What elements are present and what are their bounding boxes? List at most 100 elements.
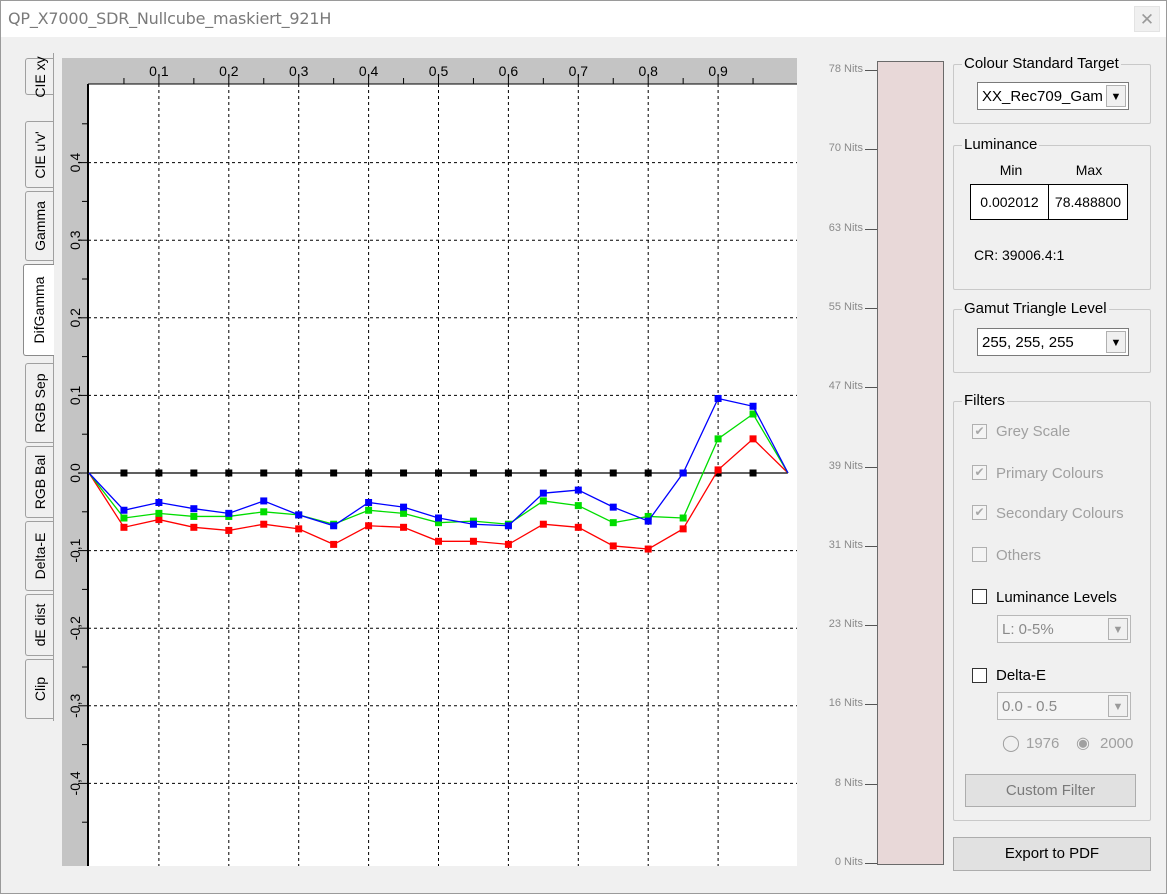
nits-tick	[865, 228, 877, 230]
nits-label: 16 Nits	[828, 697, 863, 710]
contrast-ratio: CR: 39006.4:1	[974, 247, 1065, 263]
filters-group: Filters ✔ Grey Scale ✔ Primary Colours ✔…	[953, 392, 1151, 821]
gamut-level-select[interactable]: 255, 255, 255 ▼	[977, 328, 1129, 356]
luminance-levels-select[interactable]: L: 0-5% ▼	[997, 615, 1131, 643]
primary-colours-label: Primary Colours	[996, 465, 1104, 482]
x-tick-label: 0,5	[429, 63, 449, 79]
data-point	[714, 435, 722, 443]
data-point	[435, 537, 442, 545]
nits-tick	[865, 704, 877, 706]
tab-label: CIE u'v'	[31, 130, 48, 179]
x-tick-label: 0,8	[638, 63, 658, 79]
nits-label: 70 Nits	[828, 142, 863, 155]
delta-e-select[interactable]: 0.0 - 0.5 ▼	[997, 692, 1131, 720]
y-tick-label: 0,3	[67, 230, 83, 250]
gamut-group: Gamut Triangle Level 255, 255, 255 ▼	[953, 300, 1151, 373]
y-tick-label: 0,0	[67, 463, 83, 483]
secondary-colours-checkbox[interactable]: ✔	[972, 505, 987, 520]
tab-delta-e[interactable]: Delta-E	[25, 521, 53, 591]
data-point	[539, 489, 547, 497]
x-tick-label: 0,2	[219, 63, 239, 79]
data-point	[504, 469, 512, 477]
nits-tick	[865, 625, 877, 627]
data-point	[365, 469, 373, 477]
data-point	[469, 469, 477, 477]
chevron-down-icon[interactable]: ▼	[1108, 618, 1128, 640]
data-point	[330, 522, 338, 530]
tab-label: CIE xy	[31, 55, 48, 98]
luminance-values-box: 0.002012 78.488800	[970, 184, 1128, 220]
y-tick-label: -0,4	[67, 771, 83, 795]
chevron-down-icon[interactable]: ▼	[1106, 331, 1126, 353]
title-bar: QP_X7000_SDR_Nullcube_maskiert_921H ✕	[1, 1, 1166, 37]
tab-cie-xy[interactable]: CIE xy	[25, 55, 53, 98]
tab-rgb-sep[interactable]: RGB Sep	[25, 363, 53, 443]
group-legend: Gamut Triangle Level	[962, 300, 1109, 317]
radio-1976-icon[interactable]: ◯	[1002, 733, 1020, 753]
close-icon[interactable]: ✕	[1134, 6, 1160, 32]
nits-tick	[865, 466, 877, 468]
grey-scale-checkbox[interactable]: ✔	[972, 424, 987, 439]
others-checkbox[interactable]	[972, 547, 987, 562]
data-point	[749, 435, 757, 443]
data-point	[330, 540, 338, 548]
tab-de-dist[interactable]: dE dist	[25, 594, 53, 656]
radio-2000-label: 2000	[1100, 735, 1134, 752]
data-point	[225, 526, 233, 534]
data-point	[539, 520, 547, 528]
chevron-down-icon[interactable]: ▼	[1106, 85, 1126, 107]
delta-e-checkbox[interactable]	[972, 668, 987, 683]
select-value: XX_Rec709_Gam	[982, 88, 1103, 105]
data-point	[504, 540, 512, 548]
data-point	[609, 542, 617, 550]
data-point	[644, 545, 652, 553]
data-point	[120, 469, 128, 477]
data-point	[609, 519, 617, 527]
radio-2000-icon[interactable]: ◉	[1076, 733, 1090, 753]
nits-label: 23 Nits	[828, 618, 863, 631]
nits-label: 39 Nits	[828, 459, 863, 472]
y-tick-label: -0,2	[67, 616, 83, 640]
select-value: L: 0-5%	[1002, 621, 1054, 638]
data-point	[155, 498, 163, 506]
plot-background	[62, 58, 797, 866]
y-tick-label: -0,1	[67, 538, 83, 562]
data-point	[644, 469, 652, 477]
data-point	[400, 509, 408, 517]
min-label: Min	[999, 162, 1023, 178]
group-legend: Colour Standard Target	[962, 55, 1121, 72]
tab-label: RGB Bal	[31, 454, 48, 510]
nits-label: 55 Nits	[828, 300, 863, 313]
y-tick-label: 0,1	[67, 385, 83, 405]
max-value: 78.488800	[1054, 194, 1122, 210]
group-legend: Luminance	[962, 136, 1040, 153]
luminance-bar	[877, 61, 944, 865]
nits-label: 31 Nits	[828, 538, 863, 551]
data-point	[330, 469, 338, 477]
data-point	[190, 523, 198, 531]
data-point	[120, 523, 128, 531]
difgamma-chart: 0,1 0,2 0,3 0,4 0,5 0,6 0,7 0,8 0,9 0,4 0,3 0,2 0,1 0…	[62, 58, 797, 866]
custom-filter-button[interactable]: Custom Filter	[965, 774, 1136, 807]
tab-label: DifGamma	[31, 276, 47, 344]
export-pdf-button[interactable]: Export to PDF	[953, 837, 1151, 871]
primary-colours-checkbox[interactable]: ✔	[972, 465, 987, 480]
colour-standard-select[interactable]: XX_Rec709_Gam ▼	[977, 82, 1129, 110]
nits-tick	[865, 307, 877, 309]
tab-difgamma[interactable]: DifGamma	[23, 264, 54, 356]
data-point	[155, 509, 163, 517]
chevron-down-icon[interactable]: ▼	[1108, 695, 1128, 717]
tab-label: RGB Sep	[31, 373, 48, 433]
tab-cie-uv[interactable]: CIE u'v'	[25, 121, 53, 188]
nits-label: 8 Nits	[834, 776, 863, 789]
luminance-levels-checkbox[interactable]	[972, 589, 987, 604]
nits-tick	[865, 545, 877, 547]
tab-clip[interactable]: Clip	[25, 659, 53, 719]
tab-rgb-bal[interactable]: RGB Bal	[25, 446, 53, 518]
x-tick-label: 0,6	[499, 63, 519, 79]
y-tick-label: 0,4	[67, 153, 83, 173]
nits-label: 63 Nits	[828, 221, 863, 234]
tab-gamma[interactable]: Gamma	[25, 191, 53, 261]
nits-tick	[865, 149, 877, 151]
tab-label: Clip	[31, 676, 48, 702]
